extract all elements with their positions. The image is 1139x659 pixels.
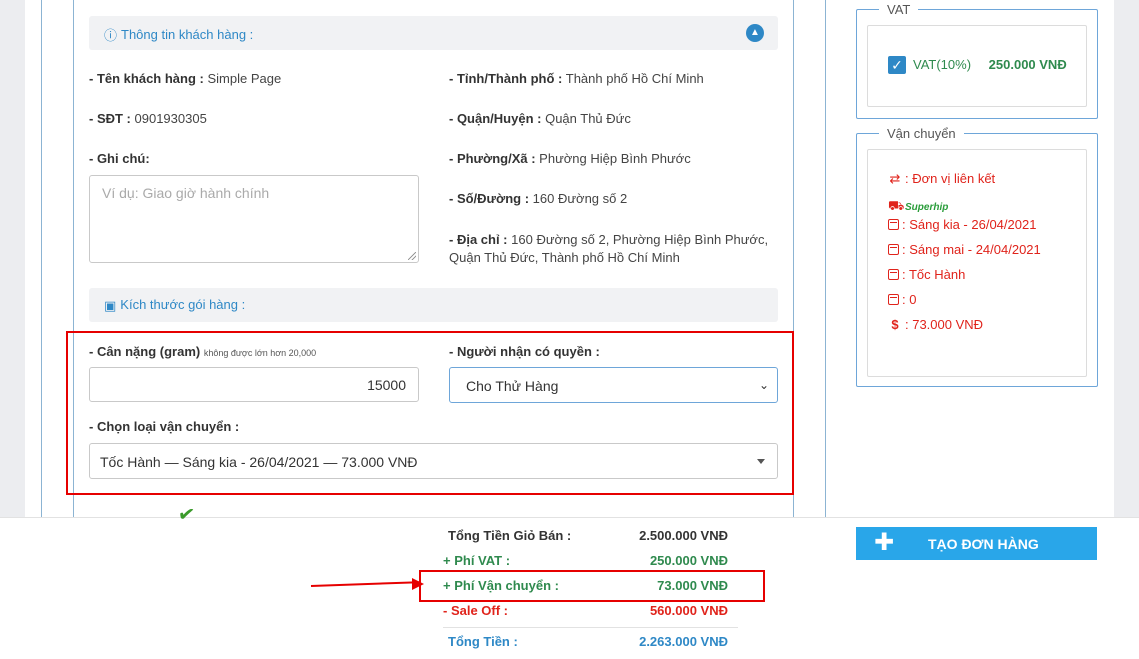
district-field: - Quận/Huyện : Quận Thủ Đức — [449, 111, 631, 126]
calendar-icon — [888, 244, 899, 255]
package-size-title: ▣ Kích thước gói hàng : — [104, 297, 246, 313]
customer-info-header[interactable]: ⓘ Thông tin khách hàng : ▲ — [89, 16, 778, 50]
info-icon: ⓘ — [104, 28, 118, 43]
extra-line: : 0 — [888, 292, 916, 307]
check-icon: ✔ — [176, 502, 197, 528]
vat-checkbox-label[interactable]: VAT(10%) 250.000 VNĐ — [913, 57, 1067, 72]
note-textarea[interactable]: Ví dụ: Giao giờ hành chính — [89, 175, 419, 263]
exchange-icon: ⇄ — [889, 171, 901, 186]
chevron-down-icon: ⌄ — [758, 378, 769, 392]
left-border — [41, 0, 42, 517]
receiver-rights-select[interactable]: Cho Thử Hàng ⌄ — [449, 367, 778, 403]
shipping-type-select[interactable]: Tốc Hành — Sáng kia - 26/04/2021 — 73.00… — [89, 443, 778, 479]
shipping-fee-highlight — [419, 570, 765, 602]
vat-checkbox[interactable]: ✓ — [888, 56, 906, 74]
customer-info-title: ⓘ Thông tin khách hàng : — [104, 27, 254, 43]
ward-field: - Phường/Xã : Phường Hiệp Bình Phước — [449, 151, 691, 166]
note-label: - Ghi chú: — [89, 151, 150, 166]
carrier-logo-line: ⛟Superhip — [888, 198, 948, 216]
weight-input[interactable]: 15000 — [89, 367, 419, 402]
customer-name-field: - Tên khách hàng : Simple Page — [89, 71, 282, 86]
caret-down-icon — [757, 459, 765, 464]
archive-icon: ▣ — [104, 298, 117, 313]
superhip-logo: Superhip — [905, 202, 949, 213]
plus-icon: ✚ — [874, 529, 895, 556]
arrow-right-icon — [412, 578, 424, 590]
street-field: - Số/Đường : 160 Đường số 2 — [449, 191, 628, 206]
right-border — [825, 0, 826, 517]
partner-line: ⇄: Đơn vị liên kết — [889, 171, 996, 186]
delivery-date-line: : Sáng kia - 26/04/2021 — [888, 217, 1036, 232]
chevron-up-icon[interactable]: ▲ — [746, 24, 764, 42]
pickup-date-line: : Sáng mai - 24/04/2021 — [888, 242, 1041, 257]
weight-label: - Cân nặng (gram) không được lớn hơn 20,… — [89, 344, 317, 359]
dollar-icon: $ — [891, 317, 899, 332]
customer-phone-field: - SĐT : 0901930305 — [89, 111, 207, 126]
resize-handle-icon[interactable] — [408, 252, 416, 260]
service-line: : Tốc Hành — [888, 267, 965, 282]
fee-line: $: 73.000 VNĐ — [888, 317, 983, 332]
truck-icon: ⛟ — [888, 198, 905, 213]
package-size-header[interactable]: ▣ Kích thước gói hàng : — [89, 288, 778, 322]
calendar-icon — [888, 219, 899, 230]
calendar-icon — [888, 269, 899, 280]
address-field: - Địa chỉ : 160 Đường số 2, Phường Hiệp … — [449, 232, 769, 265]
receiver-rights-label: - Người nhận có quyền : — [449, 344, 600, 359]
summary-divider — [443, 627, 738, 628]
calendar-icon — [888, 294, 899, 305]
shipping-type-label: - Chọn loại vận chuyển : — [89, 419, 240, 434]
create-order-button[interactable]: ✚ TẠO ĐƠN HÀNG — [856, 527, 1097, 560]
city-field: - Tỉnh/Thành phố : Thành phố Hồ Chí Minh — [449, 71, 704, 86]
